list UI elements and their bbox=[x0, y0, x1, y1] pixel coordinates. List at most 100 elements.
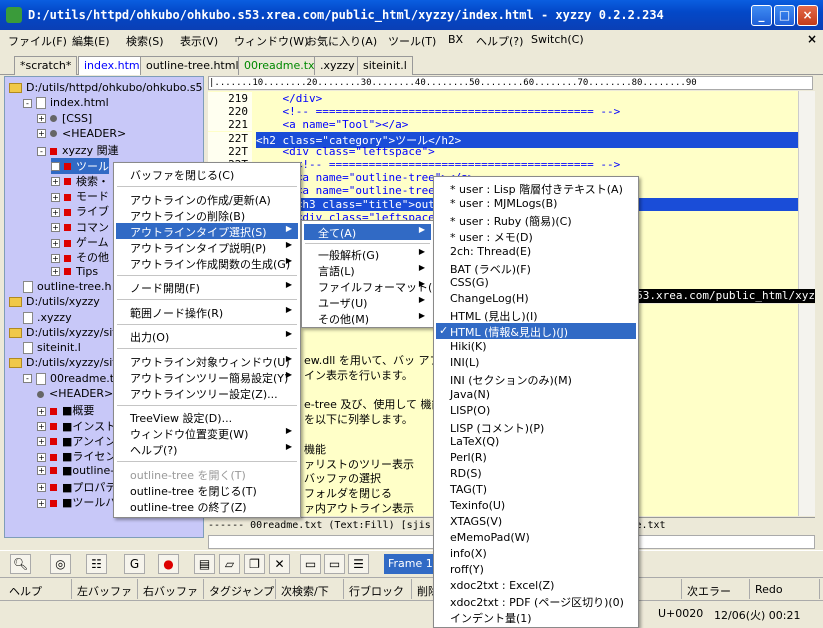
expand-toggle-icon[interactable]: + bbox=[37, 406, 46, 416]
maximize-button[interactable]: □ bbox=[774, 5, 795, 26]
function-key[interactable]: 左バッファ bbox=[72, 579, 138, 599]
text-line[interactable]: バッファ内ノード位置へ bbox=[304, 515, 425, 516]
mdi-close-icon[interactable]: × bbox=[807, 32, 817, 46]
tree-node[interactable]: + Tips bbox=[51, 265, 98, 281]
tree-node[interactable]: D:/utils/xyzzy/sit bbox=[9, 356, 117, 372]
tree-node[interactable]: + <HEADER> bbox=[37, 127, 126, 143]
tree-node[interactable]: D:/utils/xyzzy bbox=[9, 295, 100, 311]
menu-tools[interactable]: ツール(T) bbox=[388, 33, 436, 49]
frame2-icon[interactable]: ▭ bbox=[324, 554, 345, 574]
tree-node[interactable]: -00readme.txt bbox=[23, 372, 125, 388]
expand-toggle-icon[interactable]: + bbox=[37, 114, 46, 124]
binoculars-icon[interactable]: ◎ bbox=[50, 554, 71, 574]
tree-node[interactable]: + [CSS] bbox=[37, 112, 92, 128]
text-line[interactable]: ew.dll を用いて、バッ アプ bbox=[304, 352, 440, 368]
menu-help[interactable]: ヘルプ(?) bbox=[476, 33, 523, 49]
menu-item[interactable]: XTAGS(V) bbox=[436, 514, 636, 530]
tree-node[interactable]: + 検索・ bbox=[51, 173, 109, 189]
function-key[interactable]: タグジャンプ bbox=[204, 579, 276, 599]
menu-item[interactable]: アウトラインタイプ説明(P) ▶ bbox=[116, 239, 298, 255]
menu-file[interactable]: ファイル(F) bbox=[8, 33, 67, 49]
tree-node[interactable]: + その他 bbox=[51, 249, 109, 265]
expand-toggle-icon[interactable]: - bbox=[37, 146, 46, 156]
menu-item[interactable]: * user : Lisp 階層付きテキスト(A) bbox=[436, 180, 636, 196]
tab-scratch[interactable]: *scratch* bbox=[14, 56, 78, 75]
goto-icon[interactable]: G bbox=[124, 554, 145, 574]
frame3-icon[interactable]: ☰ bbox=[348, 554, 369, 574]
menu-item[interactable]: 言語(L) ▶ bbox=[304, 262, 431, 278]
menu-edit[interactable]: 編集(E) bbox=[72, 33, 110, 49]
expand-toggle-icon[interactable]: + bbox=[37, 466, 46, 475]
menu-item[interactable]: ノード開閉(F) ▶ bbox=[116, 279, 298, 295]
tree-node[interactable]: - index.html bbox=[23, 96, 109, 112]
text-line[interactable]: バッファの選択 bbox=[304, 470, 381, 486]
code-line[interactable]: </div> bbox=[256, 92, 322, 105]
expand-toggle-icon[interactable]: + bbox=[51, 192, 60, 202]
menu-item[interactable]: TreeView 設定(D)... bbox=[116, 409, 298, 425]
code-line[interactable]: <a name="Tool"></a> bbox=[256, 118, 408, 131]
menu-item[interactable]: INI (セクションのみ)(M) bbox=[436, 371, 636, 387]
tab-xyzzy[interactable]: .xyzzy bbox=[314, 56, 361, 75]
text-line[interactable]: 機能 bbox=[304, 441, 326, 457]
open-folder-icon[interactable]: ▱ bbox=[219, 554, 240, 574]
menu-item[interactable]: * user : メモ(D) bbox=[436, 228, 636, 244]
expand-toggle-icon[interactable]: - bbox=[23, 374, 32, 384]
expand-toggle-icon[interactable]: + bbox=[37, 498, 46, 508]
menu-item[interactable]: ChangeLog(H) bbox=[436, 291, 636, 307]
menu-item[interactable]: outline-tree を閉じる(T) bbox=[116, 482, 298, 498]
minimize-button[interactable]: _ bbox=[751, 5, 772, 26]
menu-item[interactable]: HTML (見出し)(I) bbox=[436, 307, 636, 323]
menu-item[interactable]: eMemoPad(W) bbox=[436, 530, 636, 546]
menu-item[interactable]: * user : Ruby (簡易)(C) bbox=[436, 212, 636, 228]
tree-node[interactable]: D:/utils/httpd/ohkubo/ohkubo.s53 bbox=[9, 81, 203, 97]
frame-icon[interactable]: ▭ bbox=[300, 554, 321, 574]
delete-icon[interactable]: ✕ bbox=[269, 554, 290, 574]
expand-toggle-icon[interactable]: + bbox=[51, 253, 60, 263]
copy-icon[interactable]: ❐ bbox=[244, 554, 265, 574]
menu-item[interactable]: Perl(R) bbox=[436, 450, 636, 466]
tree-node[interactable]: + コマン bbox=[51, 219, 109, 235]
tree-node[interactable]: .xyzzy bbox=[23, 311, 72, 327]
menu-item[interactable]: RD(S) bbox=[436, 466, 636, 482]
menu-favorites[interactable]: お気に入り(A) bbox=[306, 33, 377, 49]
menu-item[interactable]: xdoc2txt : PDF (ページ区切り)(0) bbox=[436, 593, 636, 609]
code-line[interactable]: <div class="leftspace"> bbox=[256, 145, 434, 158]
menu-item[interactable]: アウトラインツリー設定(Z)... bbox=[116, 385, 298, 401]
menu-item[interactable]: LaTeX(Q) bbox=[436, 434, 636, 450]
tree-node[interactable]: - xyzzy 関連 bbox=[37, 142, 119, 158]
text-line[interactable]: イン表示を行います。 bbox=[304, 367, 413, 383]
search-icon[interactable]: 🔍︎ bbox=[10, 554, 31, 574]
expand-toggle-icon[interactable]: + bbox=[51, 162, 60, 171]
menu-search[interactable]: 検索(S) bbox=[126, 33, 164, 49]
menu-item[interactable]: アウトラインツリー簡易設定(Y) ▶ bbox=[116, 369, 298, 385]
tab-outline-tree-html[interactable]: outline-tree.html bbox=[140, 56, 245, 75]
grep-icon[interactable]: ☷ bbox=[86, 554, 107, 574]
menu-item[interactable]: バッファを閉じる(C) bbox=[116, 166, 298, 182]
function-key[interactable]: Redo bbox=[750, 579, 820, 599]
menu-item[interactable]: アウトライン対象ウィンドウ(U) ▶ bbox=[116, 353, 298, 369]
tree-node[interactable]: + モード bbox=[51, 188, 109, 204]
menu-item[interactable]: roff(Y) bbox=[436, 562, 636, 578]
menu-item[interactable]: ヘルプ(?) ▶ bbox=[116, 441, 298, 457]
menu-item[interactable]: 出力(O) ▶ bbox=[116, 328, 298, 344]
menu-item[interactable]: info(X) bbox=[436, 546, 636, 562]
text-line[interactable]: ァリストのツリー表示 bbox=[304, 456, 414, 472]
text-line[interactable]: フォルダを閉じる bbox=[304, 485, 392, 501]
menu-item[interactable]: アウトラインタイプ選択(S) ▶ bbox=[116, 222, 298, 239]
function-key[interactable]: ヘルプ bbox=[4, 579, 72, 599]
tree-node[interactable]: + ライブ bbox=[51, 203, 109, 219]
editor-upper-scrollbar[interactable] bbox=[798, 91, 815, 289]
expand-toggle-icon[interactable]: + bbox=[51, 207, 60, 217]
menu-item[interactable]: CSS(G) bbox=[436, 275, 636, 291]
menu-item[interactable]: TAG(T) bbox=[436, 482, 636, 498]
tab-00readme[interactable]: 00readme.txt bbox=[238, 56, 325, 75]
menu-item[interactable]: * user : MJMLogs(B) bbox=[436, 196, 636, 212]
expand-toggle-icon[interactable]: + bbox=[37, 452, 46, 462]
menu-item[interactable]: Texinfo(U) bbox=[436, 498, 636, 514]
menu-bx[interactable]: BX bbox=[448, 33, 463, 46]
expand-toggle-icon[interactable]: + bbox=[51, 223, 60, 233]
menu-switch[interactable]: Switch(C) bbox=[531, 33, 584, 46]
menu-item[interactable]: ユーザ(U) ▶ bbox=[304, 294, 431, 310]
menu-item[interactable]: 2ch: Thread(E) bbox=[436, 244, 636, 260]
tab-siteinit[interactable]: siteinit.l bbox=[357, 56, 413, 75]
